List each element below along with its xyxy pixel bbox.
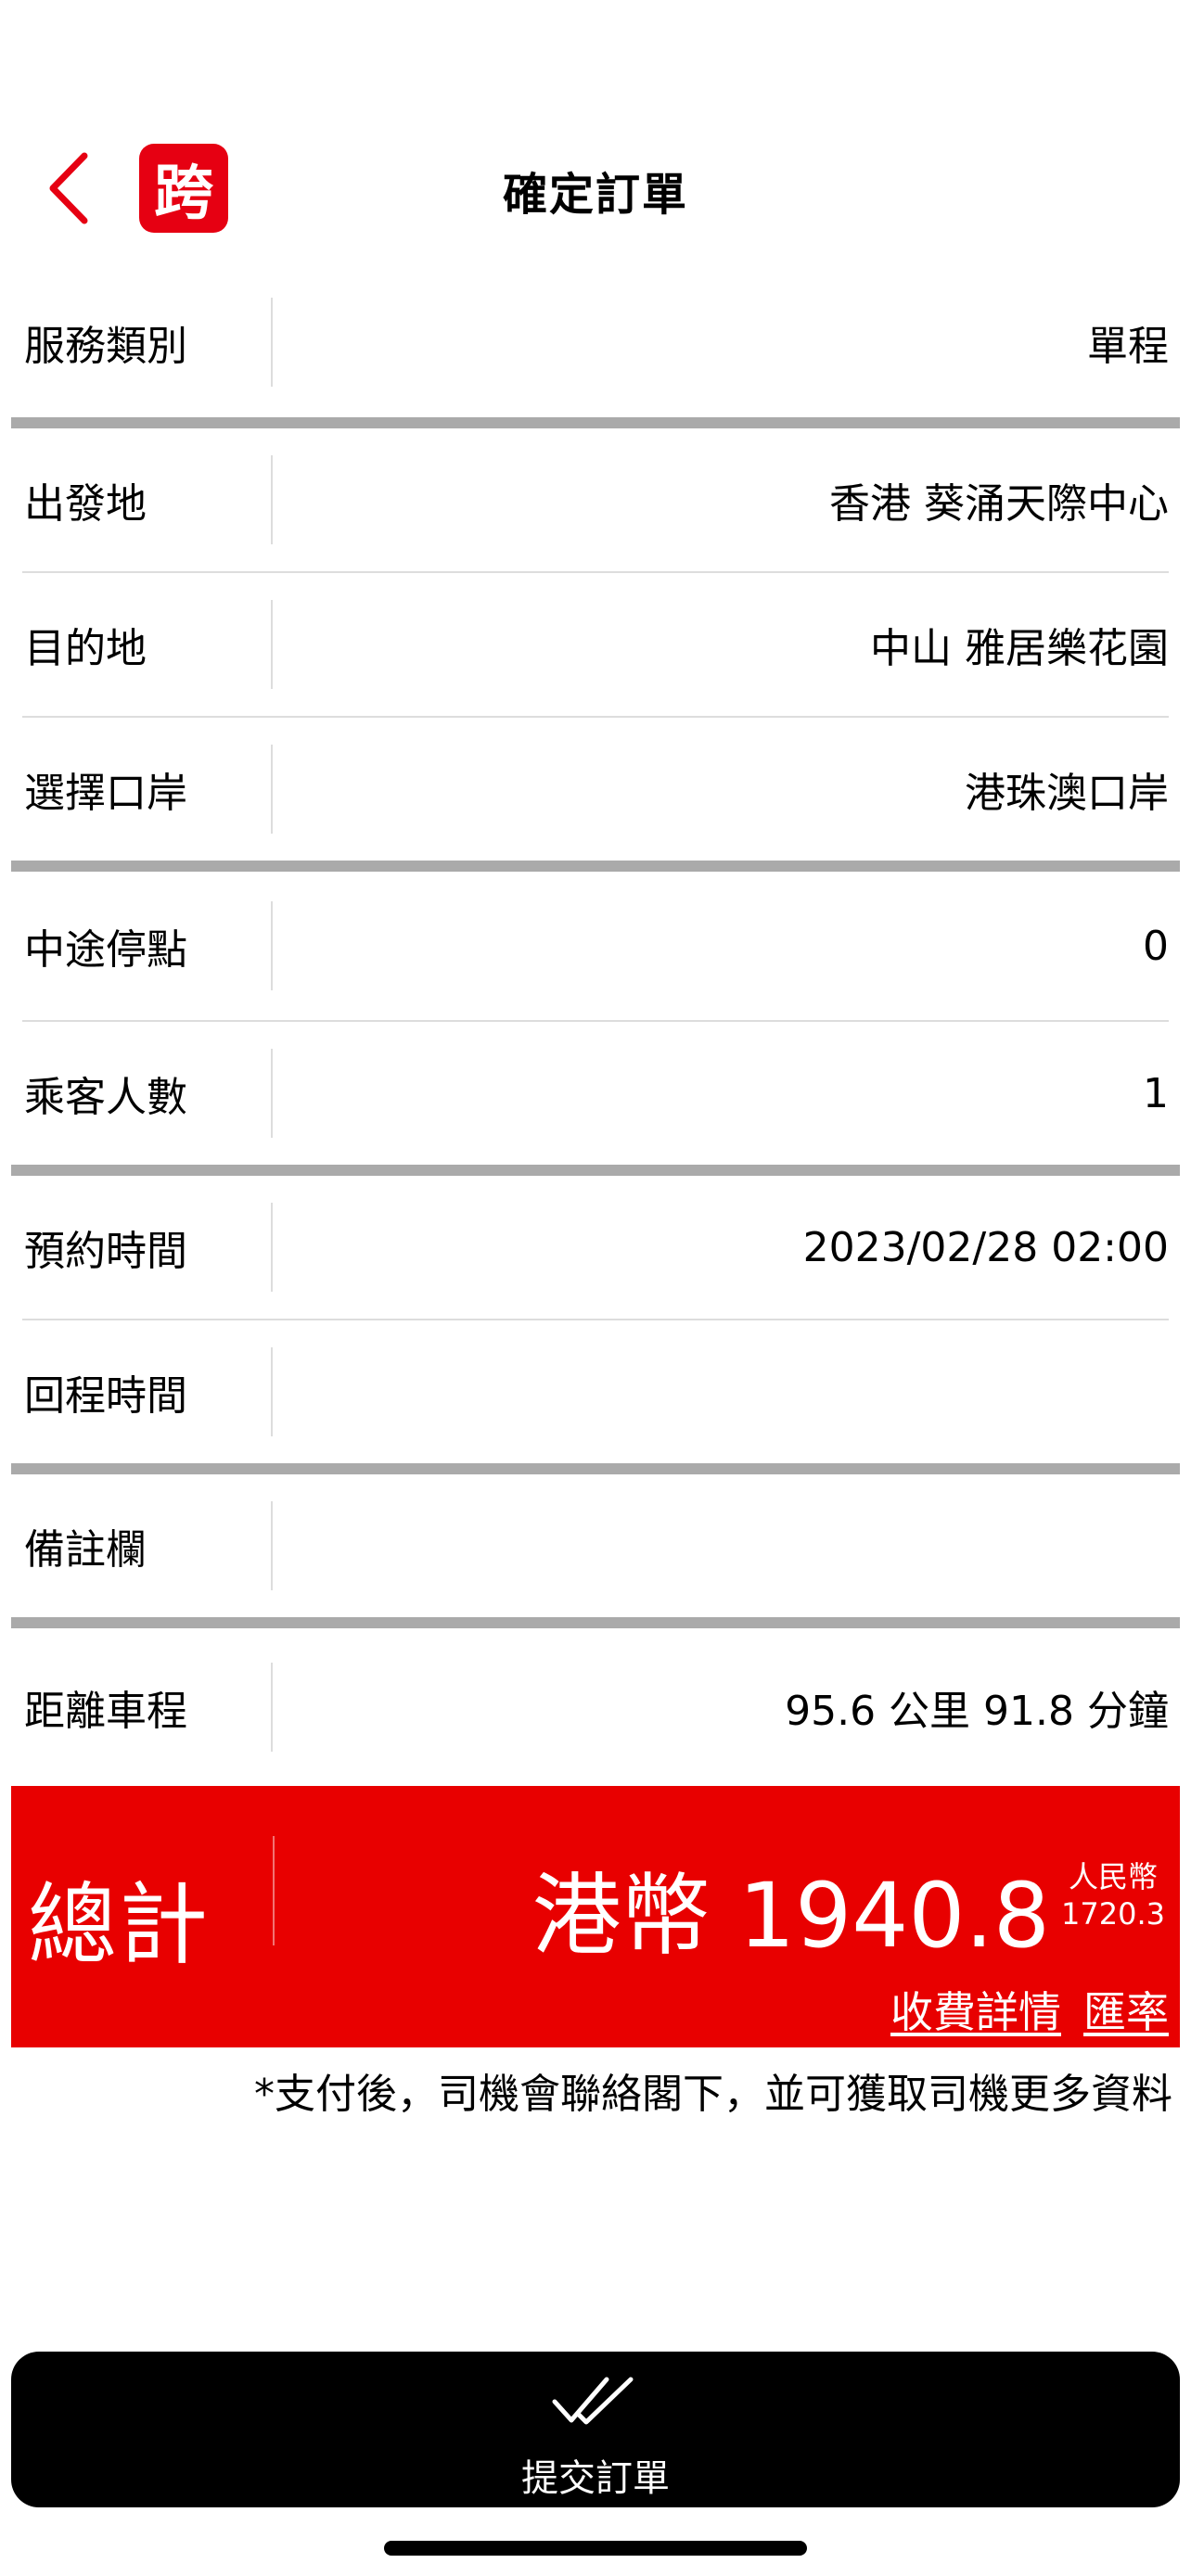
- row-remarks[interactable]: 備註欄: [11, 1474, 1180, 1617]
- service-type-value: 單程: [1087, 323, 1169, 370]
- remarks-label: 備註欄: [24, 1526, 147, 1574]
- booking-time-value: 2023/02/28 02:00: [802, 1223, 1169, 1271]
- section-divider: [11, 1617, 1180, 1628]
- destination-label: 目的地: [24, 625, 147, 672]
- column-divider: [271, 1347, 273, 1436]
- section-divider: [11, 1165, 1180, 1176]
- passengers-value: 1: [1143, 1069, 1169, 1117]
- total-amount-hkd: 港幣 1940.8: [531, 1864, 1050, 1968]
- row-passengers[interactable]: 乘客人數 1: [11, 1022, 1180, 1165]
- section-divider: [11, 861, 1180, 872]
- section-divider: [11, 1463, 1180, 1474]
- section-divider: [11, 417, 1180, 428]
- row-service-type: 服務類別 單程: [11, 267, 1180, 417]
- payment-note: *支付後，司機會聯絡閣下，並可獲取司機更多資料: [254, 2071, 1172, 2118]
- stops-value: 0: [1143, 922, 1169, 970]
- passengers-label: 乘客人數: [24, 1074, 187, 1121]
- departure-label: 出發地: [24, 480, 147, 528]
- booking-time-label: 預約時間: [24, 1228, 187, 1275]
- home-indicator[interactable]: [384, 2541, 807, 2556]
- port-label: 選擇口岸: [24, 770, 187, 817]
- distance-value: 95.6 公里 91.8 分鐘: [785, 1688, 1169, 1735]
- order-details: 服務類別 單程 出發地 香港 葵涌天際中心 目的地 中山 雅居樂花園 選擇口岸 …: [11, 267, 1180, 2120]
- column-divider: [271, 1501, 273, 1590]
- row-destination[interactable]: 目的地 中山 雅居樂花園: [11, 573, 1180, 716]
- port-value: 港珠澳口岸: [965, 770, 1169, 817]
- row-departure[interactable]: 出發地 香港 葵涌天際中心: [11, 428, 1180, 571]
- submit-order-label: 提交訂單: [521, 2457, 670, 2500]
- total-amount-rmb: 人民幣 1720.3: [1061, 1858, 1165, 1932]
- distance-label: 距離車程: [24, 1688, 187, 1735]
- page-title: 確定訂單: [502, 169, 688, 221]
- stops-label: 中途停點: [24, 926, 187, 974]
- service-type-label: 服務類別: [24, 323, 187, 370]
- rmb-label: 人民幣: [1069, 1859, 1159, 1894]
- destination-value: 中山 雅居樂花園: [870, 625, 1169, 672]
- return-time-label: 回程時間: [24, 1372, 187, 1420]
- total-links: 收費詳情 匯率: [890, 1979, 1169, 2040]
- departure-value: 香港 葵涌天際中心: [829, 480, 1169, 528]
- rmb-value: 1720.3: [1061, 1896, 1165, 1932]
- fee-details-link[interactable]: 收費詳情: [890, 1987, 1061, 2037]
- row-return-time[interactable]: 回程時間: [11, 1320, 1180, 1463]
- double-check-icon: [552, 2377, 634, 2425]
- column-divider: [273, 1836, 275, 1945]
- header: 跨 確定訂單: [0, 130, 1191, 250]
- total-summary: 總計 港幣 1940.8 人民幣 1720.3 收費詳情 匯率: [11, 1786, 1180, 2047]
- submit-order-button[interactable]: 提交訂單: [11, 2352, 1180, 2507]
- total-label: 總計: [28, 1873, 210, 1977]
- row-distance: 距離車程 95.6 公里 91.8 分鐘: [11, 1628, 1180, 1786]
- row-booking-time[interactable]: 預約時間 2023/02/28 02:00: [11, 1176, 1180, 1319]
- row-stops[interactable]: 中途停點 0: [11, 872, 1180, 1020]
- row-port[interactable]: 選擇口岸 港珠澳口岸: [11, 718, 1180, 861]
- exchange-rate-link[interactable]: 匯率: [1083, 1987, 1169, 2037]
